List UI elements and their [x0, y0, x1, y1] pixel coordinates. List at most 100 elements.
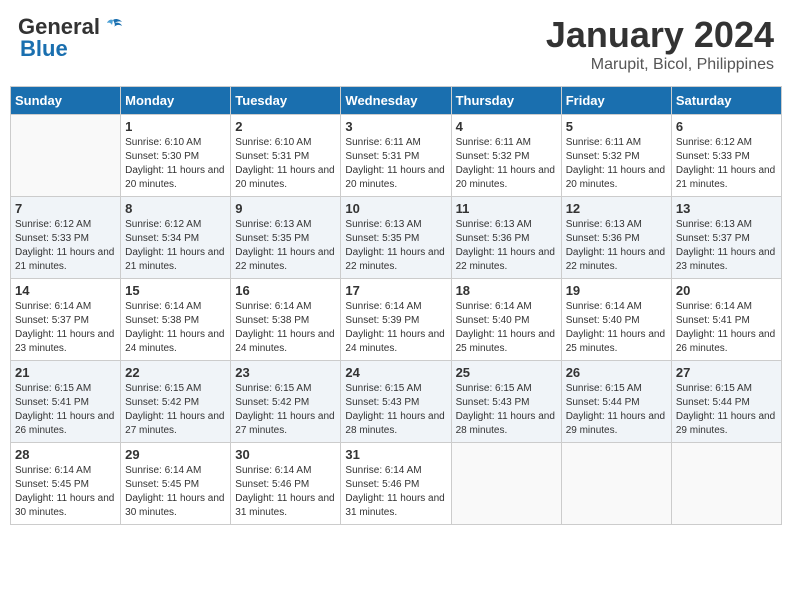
- day-info: Sunrise: 6:15 AMSunset: 5:43 PMDaylight:…: [456, 382, 557, 438]
- calendar-week-5: 28 Sunrise: 6:14 AMSunset: 5:45 PMDayligh…: [11, 443, 782, 525]
- day-info: Sunrise: 6:14 AMSunset: 5:38 PMDaylight:…: [235, 300, 336, 356]
- calendar-cell: 5Sunrise: 6:11 AMSunset: 5:32 PMDaylight…: [561, 115, 671, 197]
- title-section: January 2024 Marupit, Bicol, Philippines: [546, 14, 774, 74]
- day-number: 19: [566, 283, 667, 298]
- calendar-cell: 1 Sunrise: 6:10 AMSunset: 5:30 PMDaylight…: [121, 115, 231, 197]
- day-number: 1: [125, 119, 226, 134]
- day-number: 29: [125, 447, 226, 462]
- day-info: Sunrise: 6:13 AMSunset: 5:37 PMDaylight:…: [676, 218, 777, 274]
- day-number: 30: [235, 447, 336, 462]
- calendar-cell: [11, 115, 121, 197]
- calendar-cell: 22 Sunrise: 6:15 AMSunset: 5:42 PMDayligh…: [121, 361, 231, 443]
- calendar-cell: 16 Sunrise: 6:14 AMSunset: 5:38 PMDayligh…: [231, 279, 341, 361]
- logo-bird-icon: [102, 16, 124, 38]
- calendar-week-3: 14Sunrise: 6:14 AMSunset: 5:37 PMDayligh…: [11, 279, 782, 361]
- day-number: 9: [235, 201, 336, 216]
- calendar-cell: 27Sunrise: 6:15 AMSunset: 5:44 PMDayligh…: [671, 361, 781, 443]
- calendar-week-1: 1 Sunrise: 6:10 AMSunset: 5:30 PMDaylight…: [11, 115, 782, 197]
- day-info: Sunrise: 6:15 AMSunset: 5:43 PMDaylight:…: [345, 382, 446, 438]
- day-info: Sunrise: 6:14 AMSunset: 5:39 PMDaylight:…: [345, 300, 446, 356]
- day-number: 20: [676, 283, 777, 298]
- calendar-cell: 6 Sunrise: 6:12 AMSunset: 5:33 PMDaylight…: [671, 115, 781, 197]
- calendar-cell: [671, 443, 781, 525]
- calendar-cell: 20 Sunrise: 6:14 AMSunset: 5:41 PMDayligh…: [671, 279, 781, 361]
- day-number: 7: [15, 201, 116, 216]
- day-info: Sunrise: 6:15 AMSunset: 5:44 PMDaylight:…: [566, 382, 667, 438]
- calendar-cell: 31 Sunrise: 6:14 AMSunset: 5:46 PMDayligh…: [341, 443, 451, 525]
- calendar-cell: 12 Sunrise: 6:13 AMSunset: 5:36 PMDayligh…: [561, 197, 671, 279]
- day-number: 26: [566, 365, 667, 380]
- day-number: 14: [15, 283, 116, 298]
- day-number: 17: [345, 283, 446, 298]
- day-number: 22: [125, 365, 226, 380]
- calendar-cell: 30 Sunrise: 6:14 AMSunset: 5:46 PMDayligh…: [231, 443, 341, 525]
- calendar-cell: 7 Sunrise: 6:12 AMSunset: 5:33 PMDaylight…: [11, 197, 121, 279]
- calendar-cell: 17 Sunrise: 6:14 AMSunset: 5:39 PMDayligh…: [341, 279, 451, 361]
- day-info: Sunrise: 6:14 AMSunset: 5:38 PMDaylight:…: [125, 300, 226, 356]
- day-number: 24: [345, 365, 446, 380]
- day-info: Sunrise: 6:14 AMSunset: 5:46 PMDaylight:…: [345, 464, 446, 520]
- day-info: Sunrise: 6:14 AMSunset: 5:40 PMDaylight:…: [456, 300, 557, 356]
- day-number: 6: [676, 119, 777, 134]
- weekday-header-monday: Monday: [121, 87, 231, 115]
- calendar-cell: 23 Sunrise: 6:15 AMSunset: 5:42 PMDayligh…: [231, 361, 341, 443]
- day-info: Sunrise: 6:15 AMSunset: 5:42 PMDaylight:…: [235, 382, 336, 438]
- calendar-cell: 19Sunrise: 6:14 AMSunset: 5:40 PMDayligh…: [561, 279, 671, 361]
- day-number: 13: [676, 201, 777, 216]
- calendar-table: SundayMondayTuesdayWednesdayThursdayFrid…: [10, 86, 782, 525]
- weekday-header-saturday: Saturday: [671, 87, 781, 115]
- day-info: Sunrise: 6:12 AMSunset: 5:34 PMDaylight:…: [125, 218, 226, 274]
- day-info: Sunrise: 6:10 AMSunset: 5:31 PMDaylight:…: [235, 136, 336, 192]
- day-number: 16: [235, 283, 336, 298]
- calendar-cell: 25 Sunrise: 6:15 AMSunset: 5:43 PMDayligh…: [451, 361, 561, 443]
- month-title: January 2024: [546, 14, 774, 56]
- day-number: 10: [345, 201, 446, 216]
- day-info: Sunrise: 6:14 AMSunset: 5:46 PMDaylight:…: [235, 464, 336, 520]
- calendar-cell: 28Sunrise: 6:14 AMSunset: 5:45 PMDayligh…: [11, 443, 121, 525]
- header: General Blue January 2024 Marupit, Bicol…: [10, 10, 782, 78]
- day-info: Sunrise: 6:10 AMSunset: 5:30 PMDaylight:…: [125, 136, 226, 192]
- calendar-cell: 29 Sunrise: 6:14 AMSunset: 5:45 PMDayligh…: [121, 443, 231, 525]
- day-number: 12: [566, 201, 667, 216]
- day-info: Sunrise: 6:13 AMSunset: 5:36 PMDaylight:…: [566, 218, 667, 274]
- day-number: 28: [15, 447, 116, 462]
- calendar-cell: 2Sunrise: 6:10 AMSunset: 5:31 PMDaylight…: [231, 115, 341, 197]
- calendar-week-2: 7 Sunrise: 6:12 AMSunset: 5:33 PMDaylight…: [11, 197, 782, 279]
- weekday-header-wednesday: Wednesday: [341, 87, 451, 115]
- day-number: 23: [235, 365, 336, 380]
- day-info: Sunrise: 6:11 AMSunset: 5:31 PMDaylight:…: [345, 136, 446, 192]
- day-info: Sunrise: 6:11 AMSunset: 5:32 PMDaylight:…: [566, 136, 667, 192]
- day-info: Sunrise: 6:14 AMSunset: 5:41 PMDaylight:…: [676, 300, 777, 356]
- calendar-cell: 24 Sunrise: 6:15 AMSunset: 5:43 PMDayligh…: [341, 361, 451, 443]
- calendar-cell: 13 Sunrise: 6:13 AMSunset: 5:37 PMDayligh…: [671, 197, 781, 279]
- calendar-cell: 26 Sunrise: 6:15 AMSunset: 5:44 PMDayligh…: [561, 361, 671, 443]
- weekday-header-friday: Friday: [561, 87, 671, 115]
- day-info: Sunrise: 6:15 AMSunset: 5:41 PMDaylight:…: [15, 382, 116, 438]
- calendar-cell: 14Sunrise: 6:14 AMSunset: 5:37 PMDayligh…: [11, 279, 121, 361]
- calendar-cell: 8 Sunrise: 6:12 AMSunset: 5:34 PMDaylight…: [121, 197, 231, 279]
- calendar-cell: 21 Sunrise: 6:15 AMSunset: 5:41 PMDayligh…: [11, 361, 121, 443]
- day-number: 25: [456, 365, 557, 380]
- weekday-header-sunday: Sunday: [11, 87, 121, 115]
- calendar-week-4: 21 Sunrise: 6:15 AMSunset: 5:41 PMDayligh…: [11, 361, 782, 443]
- calendar-header-row: SundayMondayTuesdayWednesdayThursdayFrid…: [11, 87, 782, 115]
- day-number: 31: [345, 447, 446, 462]
- weekday-header-thursday: Thursday: [451, 87, 561, 115]
- day-info: Sunrise: 6:12 AMSunset: 5:33 PMDaylight:…: [15, 218, 116, 274]
- calendar-cell: 3Sunrise: 6:11 AMSunset: 5:31 PMDaylight…: [341, 115, 451, 197]
- calendar-cell: [561, 443, 671, 525]
- day-info: Sunrise: 6:13 AMSunset: 5:36 PMDaylight:…: [456, 218, 557, 274]
- day-number: 4: [456, 119, 557, 134]
- day-number: 11: [456, 201, 557, 216]
- day-number: 8: [125, 201, 226, 216]
- day-info: Sunrise: 6:14 AMSunset: 5:45 PMDaylight:…: [125, 464, 226, 520]
- day-info: Sunrise: 6:15 AMSunset: 5:42 PMDaylight:…: [125, 382, 226, 438]
- calendar-cell: 11 Sunrise: 6:13 AMSunset: 5:36 PMDayligh…: [451, 197, 561, 279]
- day-info: Sunrise: 6:15 AMSunset: 5:44 PMDaylight:…: [676, 382, 777, 438]
- logo-text-blue: Blue: [20, 36, 68, 62]
- weekday-header-tuesday: Tuesday: [231, 87, 341, 115]
- day-info: Sunrise: 6:12 AMSunset: 5:33 PMDaylight:…: [676, 136, 777, 192]
- day-number: 21: [15, 365, 116, 380]
- day-info: Sunrise: 6:13 AMSunset: 5:35 PMDaylight:…: [235, 218, 336, 274]
- calendar-cell: 4Sunrise: 6:11 AMSunset: 5:32 PMDaylight…: [451, 115, 561, 197]
